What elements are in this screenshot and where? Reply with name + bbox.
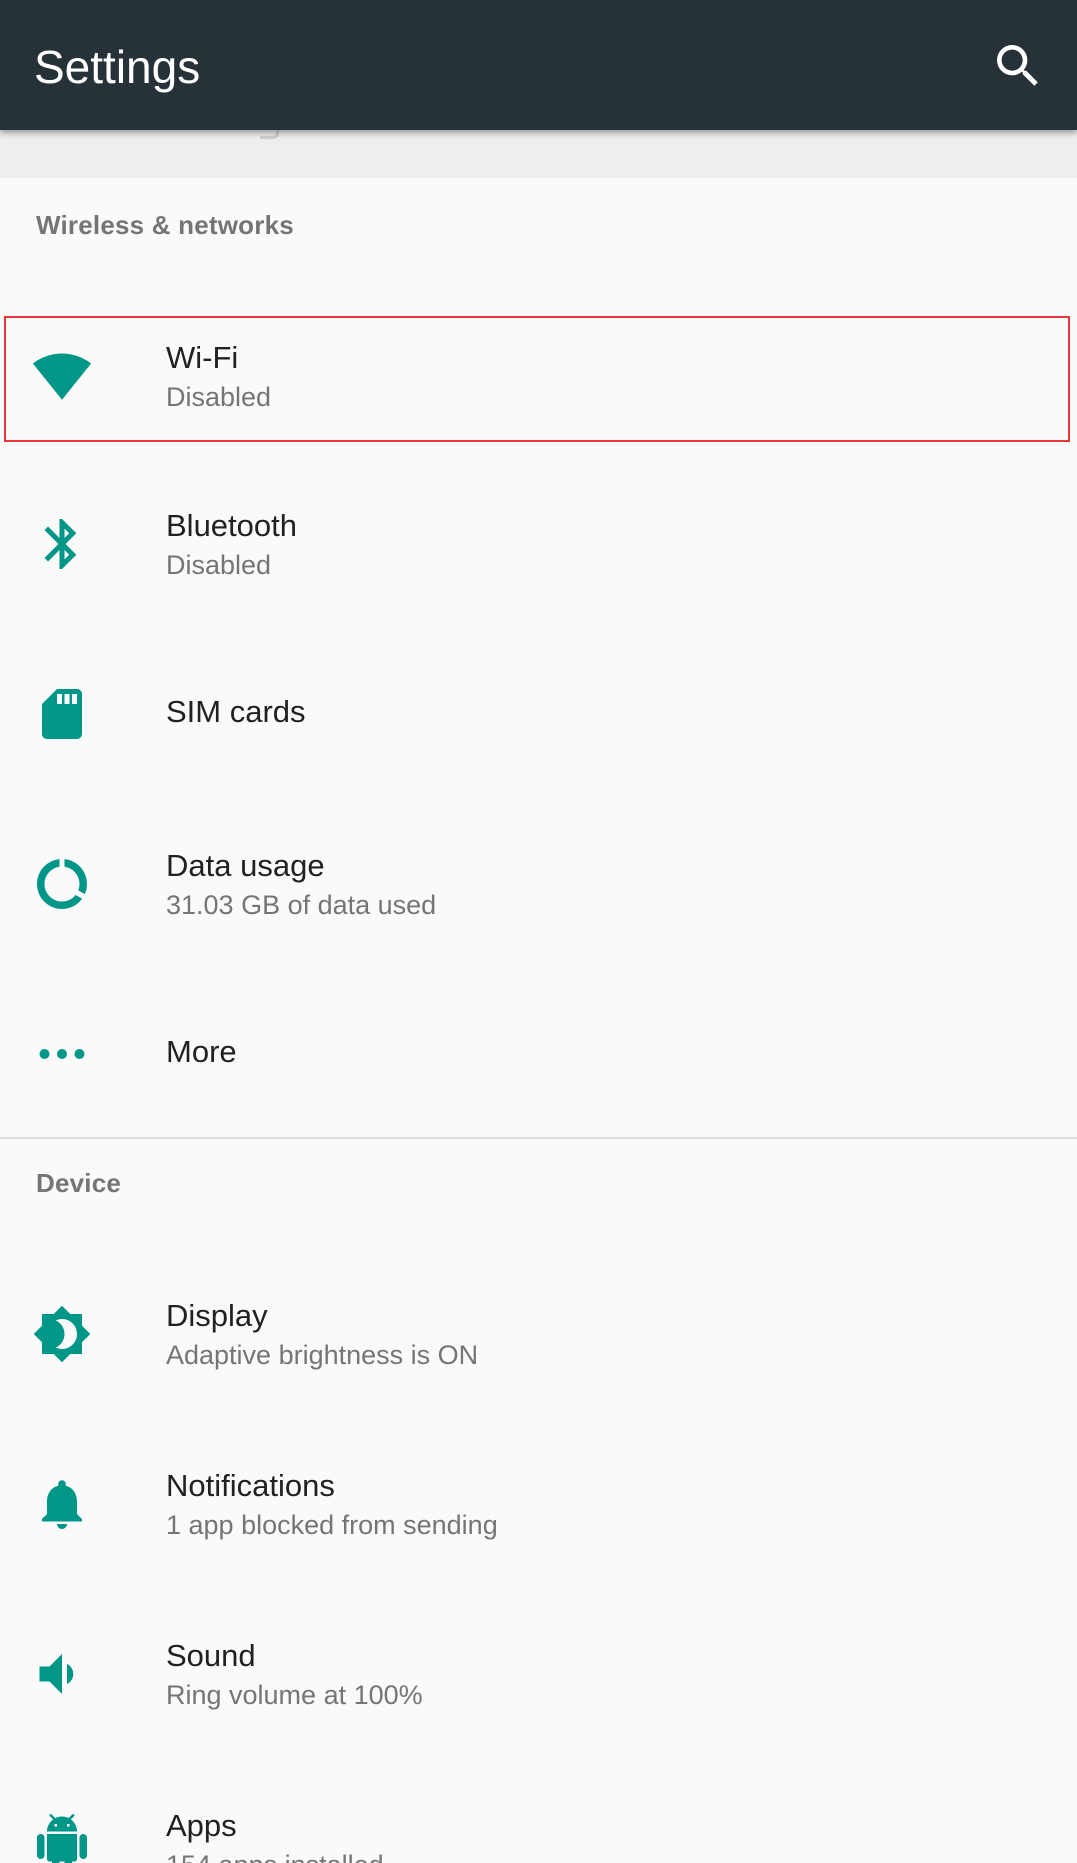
- volume-icon: [39, 1654, 74, 1694]
- settings-item-wifi[interactable]: Wi-Fi Disabled: [0, 318, 1077, 440]
- more-icon: [39, 1049, 85, 1059]
- search-button[interactable]: [990, 38, 1046, 94]
- sim-cards-title: SIM cards: [166, 694, 306, 729]
- bell-icon: [42, 1480, 82, 1529]
- bluetooth-icon: [44, 519, 77, 569]
- section-header-device: Device: [36, 1168, 122, 1198]
- settings-item-data-usage[interactable]: Data usage 31.03 GB of data used: [0, 800, 1077, 970]
- sound-summary: Ring volume at 100%: [166, 1680, 423, 1710]
- settings-item-apps[interactable]: Apps 154 apps installed: [0, 1760, 1077, 1863]
- settings-item-notifications[interactable]: Notifications 1 app blocked from sending: [0, 1420, 1077, 1590]
- search-icon: [997, 45, 1038, 86]
- data-usage-title: Data usage: [166, 848, 325, 883]
- settings-item-sound[interactable]: Sound Ring volume at 100%: [0, 1590, 1077, 1760]
- notifications-title: Notifications: [166, 1468, 335, 1503]
- page-title: Settings: [34, 41, 201, 93]
- bluetooth-summary: Disabled: [166, 550, 272, 580]
- display-title: Display: [166, 1298, 268, 1333]
- data-usage-icon: [37, 859, 87, 909]
- sound-title: Sound: [166, 1638, 256, 1673]
- settings-item-bluetooth[interactable]: Bluetooth Disabled: [0, 460, 1077, 630]
- more-title: More: [166, 1034, 237, 1069]
- wifi-summary: Disabled: [166, 382, 272, 412]
- apps-summary: 154 apps installed: [166, 1850, 384, 1863]
- data-usage-summary: 31.03 GB of data used: [166, 890, 437, 920]
- apps-title: Apps: [166, 1808, 237, 1843]
- settings-item-more[interactable]: More: [0, 970, 1077, 1138]
- suggestions-strip[interactable]: [0, 130, 1077, 178]
- section-divider: [0, 1137, 1077, 1139]
- wifi-icon: [32, 353, 92, 400]
- suggestion-text-peek: [260, 130, 279, 139]
- app-toolbar: Settings: [0, 0, 1077, 130]
- wifi-title: Wi-Fi: [166, 340, 239, 375]
- android-icon: [37, 1814, 87, 1863]
- section-header-wireless: Wireless & networks: [36, 210, 294, 240]
- bluetooth-title: Bluetooth: [166, 508, 297, 543]
- notifications-summary: 1 app blocked from sending: [166, 1510, 498, 1540]
- settings-item-display[interactable]: Display Adaptive brightness is ON: [0, 1250, 1077, 1420]
- brightness-icon: [33, 1305, 91, 1363]
- sim-card-icon: [42, 689, 82, 739]
- settings-item-sim-cards[interactable]: SIM cards: [0, 630, 1077, 800]
- display-summary: Adaptive brightness is ON: [166, 1340, 479, 1370]
